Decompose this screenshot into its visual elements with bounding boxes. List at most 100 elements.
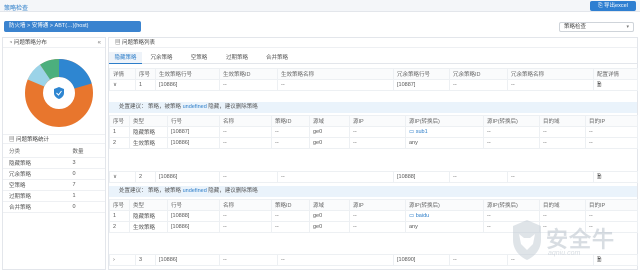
cell-src-zone: ge0 — [309, 221, 350, 233]
group-redundant-name: -- — [507, 79, 594, 91]
sub-col-policy-id: 策略ID — [271, 199, 310, 211]
cell-line: [10887] — [167, 126, 220, 138]
stats-category: 过期策略 — [3, 190, 67, 202]
expand-chevron-icon[interactable]: ∨ — [109, 79, 136, 91]
sub-col-policy-id: 策略ID — [271, 115, 310, 127]
advice-prefix: 处置建议： — [119, 188, 147, 194]
cell-src-ip: -- — [349, 210, 406, 222]
table-row: 2 生效策略 [10886] -- -- ge0 -- any -- -- -- — [109, 137, 638, 149]
expand-chevron-icon[interactable]: ∨ — [109, 171, 136, 183]
cell-line: [10886] — [167, 221, 220, 233]
select-value: 策略检查 — [564, 24, 587, 30]
cell-type: 隐藏策略 — [129, 126, 168, 138]
distribution-title: 问题策略分布 — [13, 40, 47, 46]
top-bar: 策略检查 ⎘ 导出excel — [0, 0, 640, 12]
cell-src-ip-after: any — [405, 221, 484, 233]
export-excel-button[interactable]: ⎘ 导出excel — [590, 1, 636, 11]
cell-dst-zone: -- — [539, 137, 586, 149]
stats-count: 0 — [66, 201, 105, 213]
table-row: 隐藏策略 3 — [3, 157, 105, 169]
group-redundant-name: -- — [507, 171, 594, 183]
policy-table-group-2: ∨ 2 [10886] -- -- [10888] -- -- 🗎 — [109, 171, 638, 183]
left-panel: ◔ 问题策略分布 « ▤ 问题策略统计 分类 数量 隐藏策略 3 冗余策略 0 空策… — [2, 37, 106, 270]
sub-col-seq: 序号 — [109, 199, 130, 211]
stats-category: 合并策略 — [3, 201, 67, 213]
cell-src-ip: -- — [349, 126, 406, 138]
group-effective-name: -- — [277, 79, 394, 91]
cell-src-zone: ge0 — [309, 210, 350, 222]
cell-src-ip-after[interactable]: ▭ sub1 — [405, 126, 484, 138]
bull-shield-icon — [513, 220, 541, 260]
list-header: ▤ 问题策略列表 — [109, 38, 637, 48]
sub-col-line: 行号 — [167, 199, 220, 211]
src-ip-link[interactable]: baidu — [416, 213, 429, 219]
stats-count: 1 — [66, 190, 105, 202]
tab-merge[interactable]: 合并策略 — [261, 52, 293, 64]
distribution-header: ◔ 问题策略分布 « — [3, 38, 105, 48]
table-row: 过期策略 1 — [3, 190, 105, 202]
stats-header-count: 数量 — [66, 146, 105, 158]
policy-table: 详情 序号 生效策略行号 生效策略ID 生效策略名称 冗余策略行号 冗余策略ID… — [109, 68, 638, 91]
cell-src-ip-after[interactable]: ▭ baidu — [405, 210, 484, 222]
cell-type: 隐藏策略 — [129, 210, 168, 222]
sub-col-src-zone: 源域 — [309, 115, 350, 127]
cell-src-zone: ge0 — [309, 126, 350, 138]
table-row: 合并策略 0 — [3, 201, 105, 213]
sub-col-seq: 序号 — [109, 115, 130, 127]
collapse-icon[interactable]: « — [98, 38, 101, 48]
policy-check-select[interactable]: 策略检查 ▾ — [559, 22, 634, 32]
advice-suffix: 隐藏，建议删除策略 — [208, 188, 258, 194]
group-redundant-id: -- — [449, 79, 508, 91]
stats-count: 7 — [66, 179, 105, 191]
expand-chevron-icon[interactable]: › — [109, 254, 136, 266]
stats-title: 问题策略统计 — [16, 137, 50, 143]
sub-col-type: 类型 — [129, 199, 168, 211]
cell-name: -- — [219, 126, 272, 138]
cell-src-ip: -- — [349, 137, 406, 149]
config-detail-icon[interactable]: 🗎 — [593, 79, 638, 91]
watermark-sub: aqniu.com — [548, 250, 581, 257]
sub-col-src-ip-after: 源IP(转换后) — [405, 115, 484, 127]
table-row[interactable]: ∨ 1 [10886] -- -- [10887] -- -- 🗎 — [109, 79, 638, 91]
sub-col-src-ip-after-2: 源IP(转换后) — [483, 115, 540, 127]
group-redundant-id: -- — [449, 171, 508, 183]
group-seq: 3 — [135, 254, 156, 266]
table-row[interactable]: ∨ 2 [10886] -- -- [10888] -- -- 🗎 — [109, 171, 638, 183]
sub-col-src-ip: 源IP — [349, 199, 406, 211]
advice-prefix: 处置建议： — [119, 104, 147, 110]
sub-col-dst-ip: 目的IP — [585, 115, 638, 127]
cell-src-ip-after-2: -- — [483, 137, 540, 149]
cell-seq: 1 — [109, 126, 130, 138]
stats-count: 0 — [66, 168, 105, 180]
advice-mid: 策略，被策略 — [148, 104, 182, 110]
cell-policy-id: -- — [271, 210, 310, 222]
cell-src-ip: -- — [349, 221, 406, 233]
group-effective-line: [10886] — [155, 171, 220, 183]
config-detail-icon[interactable]: 🗎 — [593, 171, 638, 183]
group-redundant-line: [10887] — [393, 79, 450, 91]
tab-hidden[interactable]: 隐藏策略 — [109, 52, 142, 64]
sub-col-dst-ip: 目的IP — [585, 199, 638, 211]
detail-table: 序号 类型 行号 名称 策略ID 源域 源IP 源IP(转换后) 源IP(转换后… — [109, 115, 638, 149]
cell-seq: 2 — [109, 137, 130, 149]
list-title: 问题策略列表 — [122, 40, 156, 46]
cell-policy-id: -- — [271, 126, 310, 138]
cell-type: 生效策略 — [129, 137, 168, 149]
breadcrumb[interactable]: 防火墙 > 安博通 > ABT(…)(host) — [4, 21, 141, 32]
tab-expired[interactable]: 过期策略 — [221, 52, 253, 64]
monitor-icon: ▭ — [409, 129, 416, 135]
cell-seq: 1 — [109, 210, 130, 222]
group-seq: 2 — [135, 171, 156, 183]
tab-redundant[interactable]: 冗余策略 — [145, 52, 178, 64]
col-effective-id: 生效策略ID — [219, 68, 278, 80]
src-ip-link[interactable]: sub1 — [416, 129, 428, 135]
cell-policy-id: -- — [271, 221, 310, 233]
sub-col-type: 类型 — [129, 115, 168, 127]
cell-src-zone: ge0 — [309, 137, 350, 149]
tab-empty[interactable]: 空策略 — [185, 52, 213, 64]
col-effective-line: 生效策略行号 — [155, 68, 220, 80]
col-redundant-id: 冗余策略ID — [449, 68, 508, 80]
sub-col-dst-zone: 目的域 — [539, 199, 586, 211]
distribution-donut — [24, 58, 94, 128]
sub-col-src-ip-after: 源IP(转换后) — [405, 199, 484, 211]
